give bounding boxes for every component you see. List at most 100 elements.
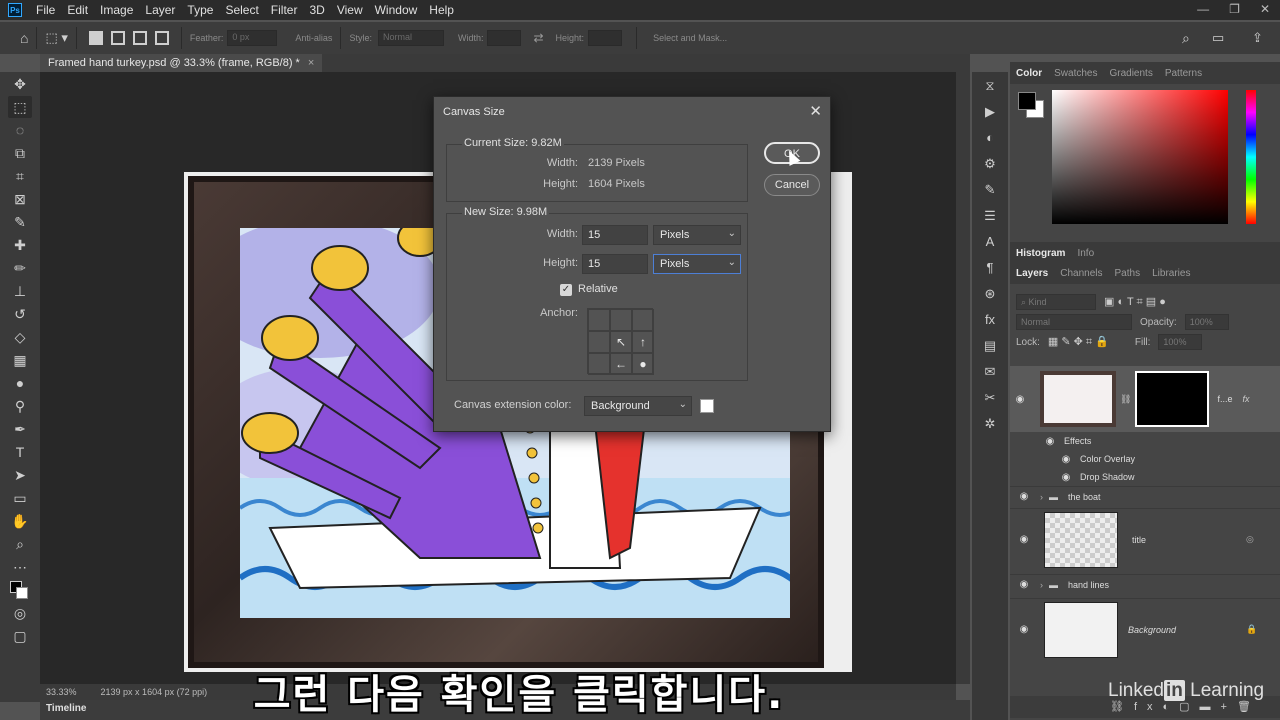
- subtract-selection-icon[interactable]: [132, 31, 147, 45]
- layer-row-hand-lines[interactable]: ◉ › ▬ hand lines: [1010, 574, 1280, 594]
- tab-channels[interactable]: Channels: [1060, 268, 1102, 279]
- properties-panel-icon[interactable]: ⚙: [980, 156, 1000, 176]
- layer-row-frame[interactable]: ◉ ⛓ f...e fx: [1010, 366, 1280, 432]
- menu-layer[interactable]: Layer: [139, 3, 181, 17]
- character-panel-icon[interactable]: A: [980, 234, 1000, 254]
- anchor-center-dot-icon[interactable]: ●: [632, 353, 654, 375]
- type-tool-icon[interactable]: T: [8, 441, 32, 463]
- actions-panel-icon[interactable]: ▶: [980, 104, 1000, 124]
- foreground-color-swatch[interactable]: [1018, 92, 1036, 110]
- height-unit-select[interactable]: Pixels ⌄: [653, 254, 741, 274]
- extension-color-select[interactable]: Background ⌄: [584, 396, 692, 416]
- expand-chevron-icon[interactable]: ›: [1040, 580, 1043, 590]
- close-icon[interactable]: ✕: [1260, 2, 1270, 16]
- anchor-cell[interactable]: [588, 353, 610, 375]
- menu-filter[interactable]: Filter: [265, 3, 304, 17]
- 3d-panel-icon[interactable]: ✲: [980, 416, 1000, 436]
- layer-row-title[interactable]: ◉ title ◎: [1010, 508, 1280, 570]
- height-input[interactable]: 15: [582, 254, 648, 274]
- share-icon[interactable]: ⇪: [1252, 30, 1263, 46]
- effect-row-drop-shadow[interactable]: ◉ Drop Shadow: [1010, 468, 1280, 486]
- opacity-input[interactable]: 100%: [1184, 314, 1229, 330]
- brush-settings-icon[interactable]: ✎: [980, 182, 1000, 202]
- fx-panel-icon[interactable]: fx: [980, 312, 1000, 332]
- visibility-eye-icon[interactable]: ◉: [1014, 624, 1034, 635]
- cancel-button[interactable]: Cancel: [764, 174, 820, 196]
- layer-row-background[interactable]: ◉ Background 🔒: [1010, 598, 1280, 660]
- screen-mode-icon[interactable]: ▢: [8, 625, 32, 647]
- menu-file[interactable]: File: [30, 3, 61, 17]
- tab-paths[interactable]: Paths: [1115, 268, 1141, 279]
- minimize-icon[interactable]: —: [1197, 2, 1209, 16]
- menu-type[interactable]: Type: [181, 3, 219, 17]
- history-brush-icon[interactable]: ↺: [8, 303, 32, 325]
- tab-color[interactable]: Color: [1016, 68, 1042, 79]
- width-input[interactable]: [487, 30, 522, 46]
- menu-window[interactable]: Window: [369, 3, 424, 17]
- blend-mode-select[interactable]: Normal: [1016, 314, 1132, 330]
- select-and-mask-button[interactable]: Select and Mask...: [653, 33, 727, 43]
- tab-layers[interactable]: Layers: [1016, 268, 1048, 279]
- paragraph-panel-icon[interactable]: ¶: [980, 260, 1000, 280]
- marquee-preset-icon[interactable]: ⬚ ▾: [45, 30, 67, 46]
- menu-view[interactable]: View: [331, 3, 369, 17]
- effects-row[interactable]: ◉ Effects: [1010, 432, 1280, 450]
- move-tool-icon[interactable]: ✥: [8, 73, 32, 95]
- frame-tool-icon[interactable]: ⊠: [8, 188, 32, 210]
- tab-patterns[interactable]: Patterns: [1165, 68, 1202, 79]
- visibility-eye-icon[interactable]: ◉: [1014, 534, 1034, 545]
- menu-help[interactable]: Help: [423, 3, 460, 17]
- libraries-panel-icon[interactable]: ▤: [980, 338, 1000, 358]
- anchor-cell[interactable]: [588, 309, 610, 331]
- visibility-eye-icon[interactable]: ◉: [1010, 394, 1030, 405]
- canvas-vertical-scrollbar[interactable]: [956, 72, 970, 684]
- object-select-tool-icon[interactable]: ⧉: [8, 142, 32, 164]
- tab-libraries[interactable]: Libraries: [1152, 268, 1190, 279]
- new-selection-icon[interactable]: [88, 31, 103, 45]
- width-unit-select[interactable]: Pixels ⌄: [653, 225, 741, 245]
- fill-input[interactable]: 100%: [1158, 334, 1203, 350]
- lasso-tool-icon[interactable]: ◌: [8, 119, 32, 141]
- rectangle-tool-icon[interactable]: ▭: [8, 487, 32, 509]
- filter-icons[interactable]: ▣ ◐ T ⌗ ▤ ●: [1104, 295, 1166, 309]
- gradient-tool-icon[interactable]: ▦: [8, 349, 32, 371]
- tab-info[interactable]: Info: [1077, 248, 1094, 259]
- tab-gradients[interactable]: Gradients: [1109, 68, 1152, 79]
- search-icon[interactable]: ⌕: [1182, 30, 1190, 47]
- anchor-arrow-up-icon[interactable]: ↑: [632, 331, 654, 353]
- menu-3d[interactable]: 3D: [303, 3, 330, 17]
- style-select[interactable]: Normal: [377, 30, 444, 46]
- healing-tool-icon[interactable]: ✚: [8, 234, 32, 256]
- layer-footer-icons[interactable]: ⛓fx◐▢▬+🗑: [1110, 701, 1261, 713]
- visibility-eye-icon[interactable]: ◉: [1014, 491, 1034, 502]
- color-swatches-icon[interactable]: [8, 579, 32, 601]
- more-tools-icon[interactable]: ⋯: [8, 556, 32, 578]
- intersect-selection-icon[interactable]: [154, 31, 169, 45]
- tools-panel-icon[interactable]: ✂: [980, 390, 1000, 410]
- expand-chevron-icon[interactable]: ›: [1040, 492, 1043, 502]
- brush-tool-icon[interactable]: ✏: [8, 257, 32, 279]
- menu-select[interactable]: Select: [219, 3, 264, 17]
- marquee-tool-icon[interactable]: ⬚: [8, 96, 32, 118]
- pen-tool-icon[interactable]: ✒: [8, 418, 32, 440]
- menu-edit[interactable]: Edit: [61, 3, 94, 17]
- effect-row-color-overlay[interactable]: ◉ Color Overlay: [1010, 450, 1280, 468]
- visibility-eye-icon[interactable]: ◉: [1040, 436, 1060, 447]
- layer-row-the-boat[interactable]: ◉ › ▬ the boat: [1010, 486, 1280, 506]
- home-icon[interactable]: ⌂: [20, 30, 28, 46]
- extension-color-swatch[interactable]: [700, 399, 714, 413]
- glyphs-panel-icon[interactable]: ⊛: [980, 286, 1000, 306]
- anchor-cell[interactable]: [610, 309, 632, 331]
- anchor-arrow-left-icon[interactable]: ←: [610, 353, 632, 375]
- hand-tool-icon[interactable]: ✋: [8, 510, 32, 532]
- eyedropper-tool-icon[interactable]: ✎: [8, 211, 32, 233]
- crop-tool-icon[interactable]: ⌗: [8, 165, 32, 187]
- visibility-eye-icon[interactable]: ◉: [1056, 454, 1076, 465]
- close-tab-icon[interactable]: ×: [308, 57, 314, 69]
- add-selection-icon[interactable]: [110, 31, 125, 45]
- anchor-cell[interactable]: [632, 309, 654, 331]
- lock-icons[interactable]: ▦ ✎ ✥ ⌗ 🔒: [1048, 335, 1109, 349]
- anchor-arrow-up-left-icon[interactable]: ↖: [610, 331, 632, 353]
- document-tab[interactable]: Framed hand turkey.psd @ 33.3% (frame, R…: [40, 54, 323, 72]
- visibility-eye-icon[interactable]: ◉: [1014, 579, 1034, 590]
